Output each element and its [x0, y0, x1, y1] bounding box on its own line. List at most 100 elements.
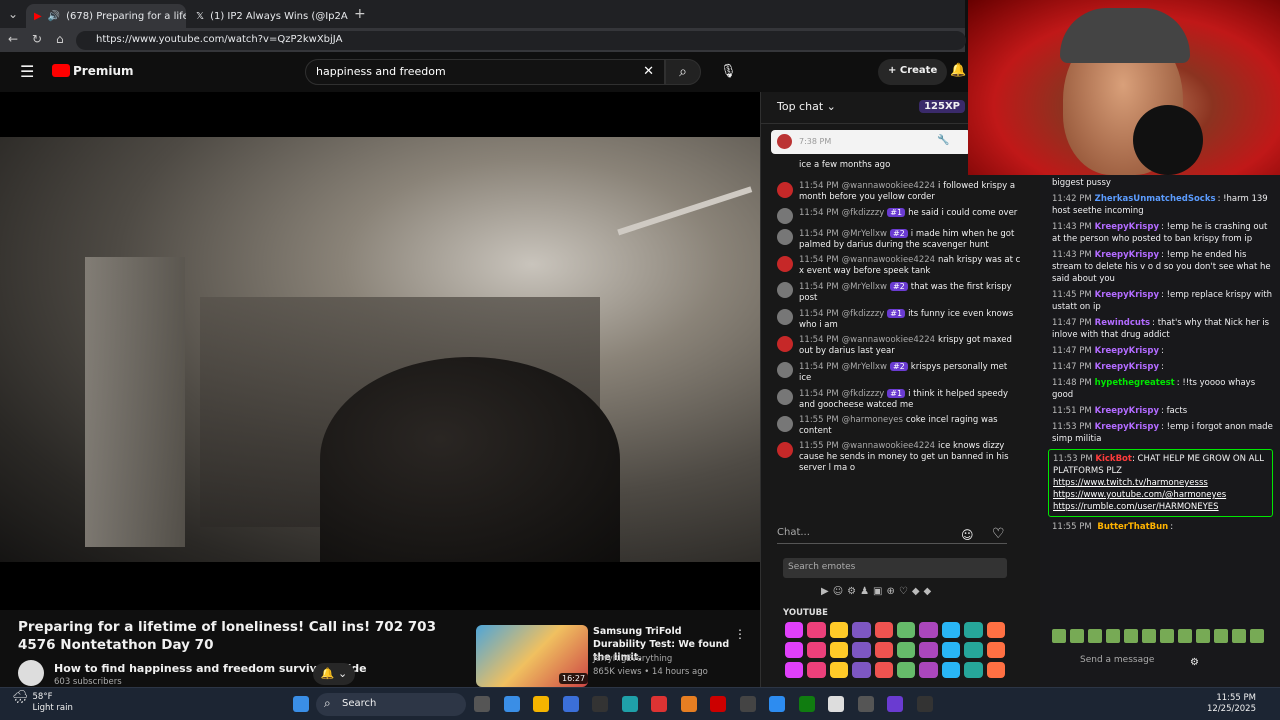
msg-user[interactable]: Rewindcuts — [1095, 318, 1150, 328]
create-button[interactable]: + Create — [878, 59, 948, 85]
recommended-thumbnail[interactable]: 16:27 — [476, 625, 589, 687]
xbox-icon[interactable] — [798, 696, 815, 712]
msg-user[interactable]: KreepyKrispy — [1095, 422, 1159, 432]
emote-bar[interactable] — [1052, 629, 1264, 645]
emote-icon[interactable] — [896, 622, 916, 638]
wrench-icon[interactable]: 🔧 — [937, 135, 949, 146]
top-chat-dropdown[interactable]: Top chat — [777, 100, 823, 113]
msg-user[interactable]: KreepyKrispy — [1095, 250, 1159, 260]
msg-author[interactable]: @wannawookiee4224 — [842, 335, 935, 345]
emote-icon[interactable] — [829, 642, 849, 658]
clock[interactable]: 11:55 PM 12/25/2025 — [1207, 693, 1256, 715]
msg-user[interactable]: KreepyKrispy — [1095, 222, 1159, 232]
channel-avatar[interactable] — [18, 660, 44, 686]
emote-icon[interactable] — [964, 642, 983, 658]
chat-avatar[interactable] — [777, 442, 793, 458]
msg-author[interactable]: @harmoneyes — [842, 415, 903, 425]
emote-icon[interactable] — [852, 642, 871, 658]
word-icon[interactable] — [562, 696, 579, 712]
emote-icon[interactable] — [785, 642, 804, 658]
msg-author[interactable]: @fkdizzzy — [842, 389, 885, 399]
emote-icon[interactable] — [919, 662, 938, 678]
widgets-icon[interactable] — [474, 696, 490, 712]
weather-widget[interactable]: 🌧 58°F Light rain — [12, 691, 73, 714]
home-icon[interactable]: ⌂ — [56, 32, 64, 46]
chat-avatar[interactable] — [777, 256, 793, 272]
amazon-icon[interactable] — [592, 696, 608, 712]
msg-user[interactable]: KreepyKrispy — [1095, 362, 1159, 372]
msg-user[interactable]: KreepyKrispy — [1095, 290, 1159, 300]
video-player[interactable] — [0, 92, 763, 610]
notes-icon[interactable] — [828, 696, 844, 712]
emote-icon[interactable] — [807, 622, 826, 638]
emote-icon[interactable] — [986, 662, 1005, 678]
tab-x[interactable]: 𝕏 (1) IP2 Always Wins (@Ip2AlwaysW ✕ — [188, 4, 348, 28]
chat-avatar[interactable] — [777, 182, 793, 198]
mic-icon[interactable]: 🎙 — [720, 64, 737, 79]
emote-icon[interactable] — [941, 622, 961, 638]
chat-avatar[interactable] — [777, 389, 793, 405]
url-field[interactable]: https://www.youtube.com/watch?v=QzP2kwXb… — [76, 31, 966, 50]
msg-user[interactable]: ZherkasUnmatchedSocks — [1095, 194, 1216, 204]
notifications-icon[interactable]: 🔔 — [950, 63, 966, 78]
tab-list-icon[interactable]: ⌄ — [8, 7, 18, 21]
chat-avatar[interactable] — [777, 229, 793, 245]
msg-author[interactable]: @wannawookiee4224 — [842, 441, 935, 451]
new-tab-icon[interactable]: + — [354, 6, 366, 22]
clear-search-icon[interactable]: ✕ — [643, 64, 654, 79]
app-icon[interactable] — [769, 696, 785, 712]
msg-user[interactable]: KreepyKrispy — [1095, 346, 1159, 356]
speaker-icon[interactable]: 🔊 — [48, 11, 60, 22]
heart-icon[interactable]: ♡ — [992, 526, 1005, 542]
msg-author[interactable]: @wannawookiee4224 — [842, 181, 935, 191]
emote-icon[interactable] — [919, 622, 938, 638]
emote-icon[interactable] — [896, 642, 916, 658]
msg-author[interactable]: @fkdizzzy — [842, 309, 885, 319]
chevron-down-icon[interactable]: ⌄ — [827, 100, 836, 113]
emote-category-row[interactable]: ▶☺⚙♟▣⊕♡◆◆ — [821, 586, 981, 597]
link-rumble[interactable]: https://rumble.com/user/HARMONEYES — [1053, 501, 1268, 513]
msg-user[interactable]: hypethegreatest — [1095, 378, 1175, 388]
vlc-icon[interactable] — [680, 696, 697, 712]
emote-icon[interactable] — [807, 642, 826, 658]
link-twitch[interactable]: https://www.twitch.tv/harmoneyesss — [1053, 477, 1268, 489]
search-button[interactable]: ⌕ — [665, 59, 701, 85]
msg-user[interactable]: ButterThatBun — [1097, 522, 1168, 532]
menu-icon[interactable]: ☰ — [20, 62, 34, 81]
msg-author[interactable]: @MrYellxw — [842, 282, 887, 292]
tab-youtube[interactable]: ▶ 🔊 (678) Preparing for a lifetime ✕ — [26, 4, 186, 28]
emote-icon[interactable] — [852, 662, 871, 678]
emote-icon[interactable] — [941, 662, 961, 678]
youtube-icon[interactable] — [710, 696, 726, 712]
chat-avatar[interactable] — [777, 309, 793, 325]
emote-icon[interactable] — [964, 622, 983, 638]
youtube-logo-icon[interactable] — [52, 64, 70, 77]
emote-icon[interactable] — [986, 642, 1005, 658]
msg-author[interactable]: @MrYellxw — [842, 229, 887, 239]
chat-avatar[interactable] — [777, 336, 793, 352]
emote-icon[interactable] — [874, 642, 893, 658]
reload-icon[interactable]: ↻ — [32, 32, 42, 46]
more-options-icon[interactable]: ⋮ — [734, 627, 746, 641]
emote-icon[interactable] — [785, 662, 804, 678]
emote-icon[interactable] — [941, 642, 961, 658]
emote-search-input[interactable]: Search emotes — [783, 558, 1007, 578]
steam-icon[interactable] — [739, 696, 756, 712]
back-icon[interactable]: ← — [8, 32, 18, 46]
explorer-icon[interactable] — [533, 696, 549, 712]
emote-icon[interactable] — [919, 642, 938, 658]
msg-user[interactable]: KreepyKrispy — [1095, 406, 1159, 416]
send-message-input[interactable]: Send a message — [1080, 655, 1154, 666]
emote-icon[interactable] — [807, 662, 826, 678]
pinned-message[interactable]: 7:38 PM 🔧 — [771, 130, 971, 154]
emote-icon[interactable] — [964, 662, 983, 678]
settings-icon[interactable]: ⚙ — [1190, 657, 1199, 668]
search-input[interactable]: happiness and freedom ✕ — [305, 59, 665, 85]
emote-icon[interactable] — [852, 622, 871, 638]
msg-author[interactable]: @wannawookiee4224 — [842, 255, 935, 265]
chrome-icon[interactable] — [651, 696, 667, 712]
emote-icon[interactable] — [874, 622, 893, 638]
msg-author[interactable]: @MrYellxw — [842, 362, 887, 372]
chat-avatar[interactable] — [777, 282, 793, 298]
teams-icon[interactable] — [621, 696, 638, 712]
